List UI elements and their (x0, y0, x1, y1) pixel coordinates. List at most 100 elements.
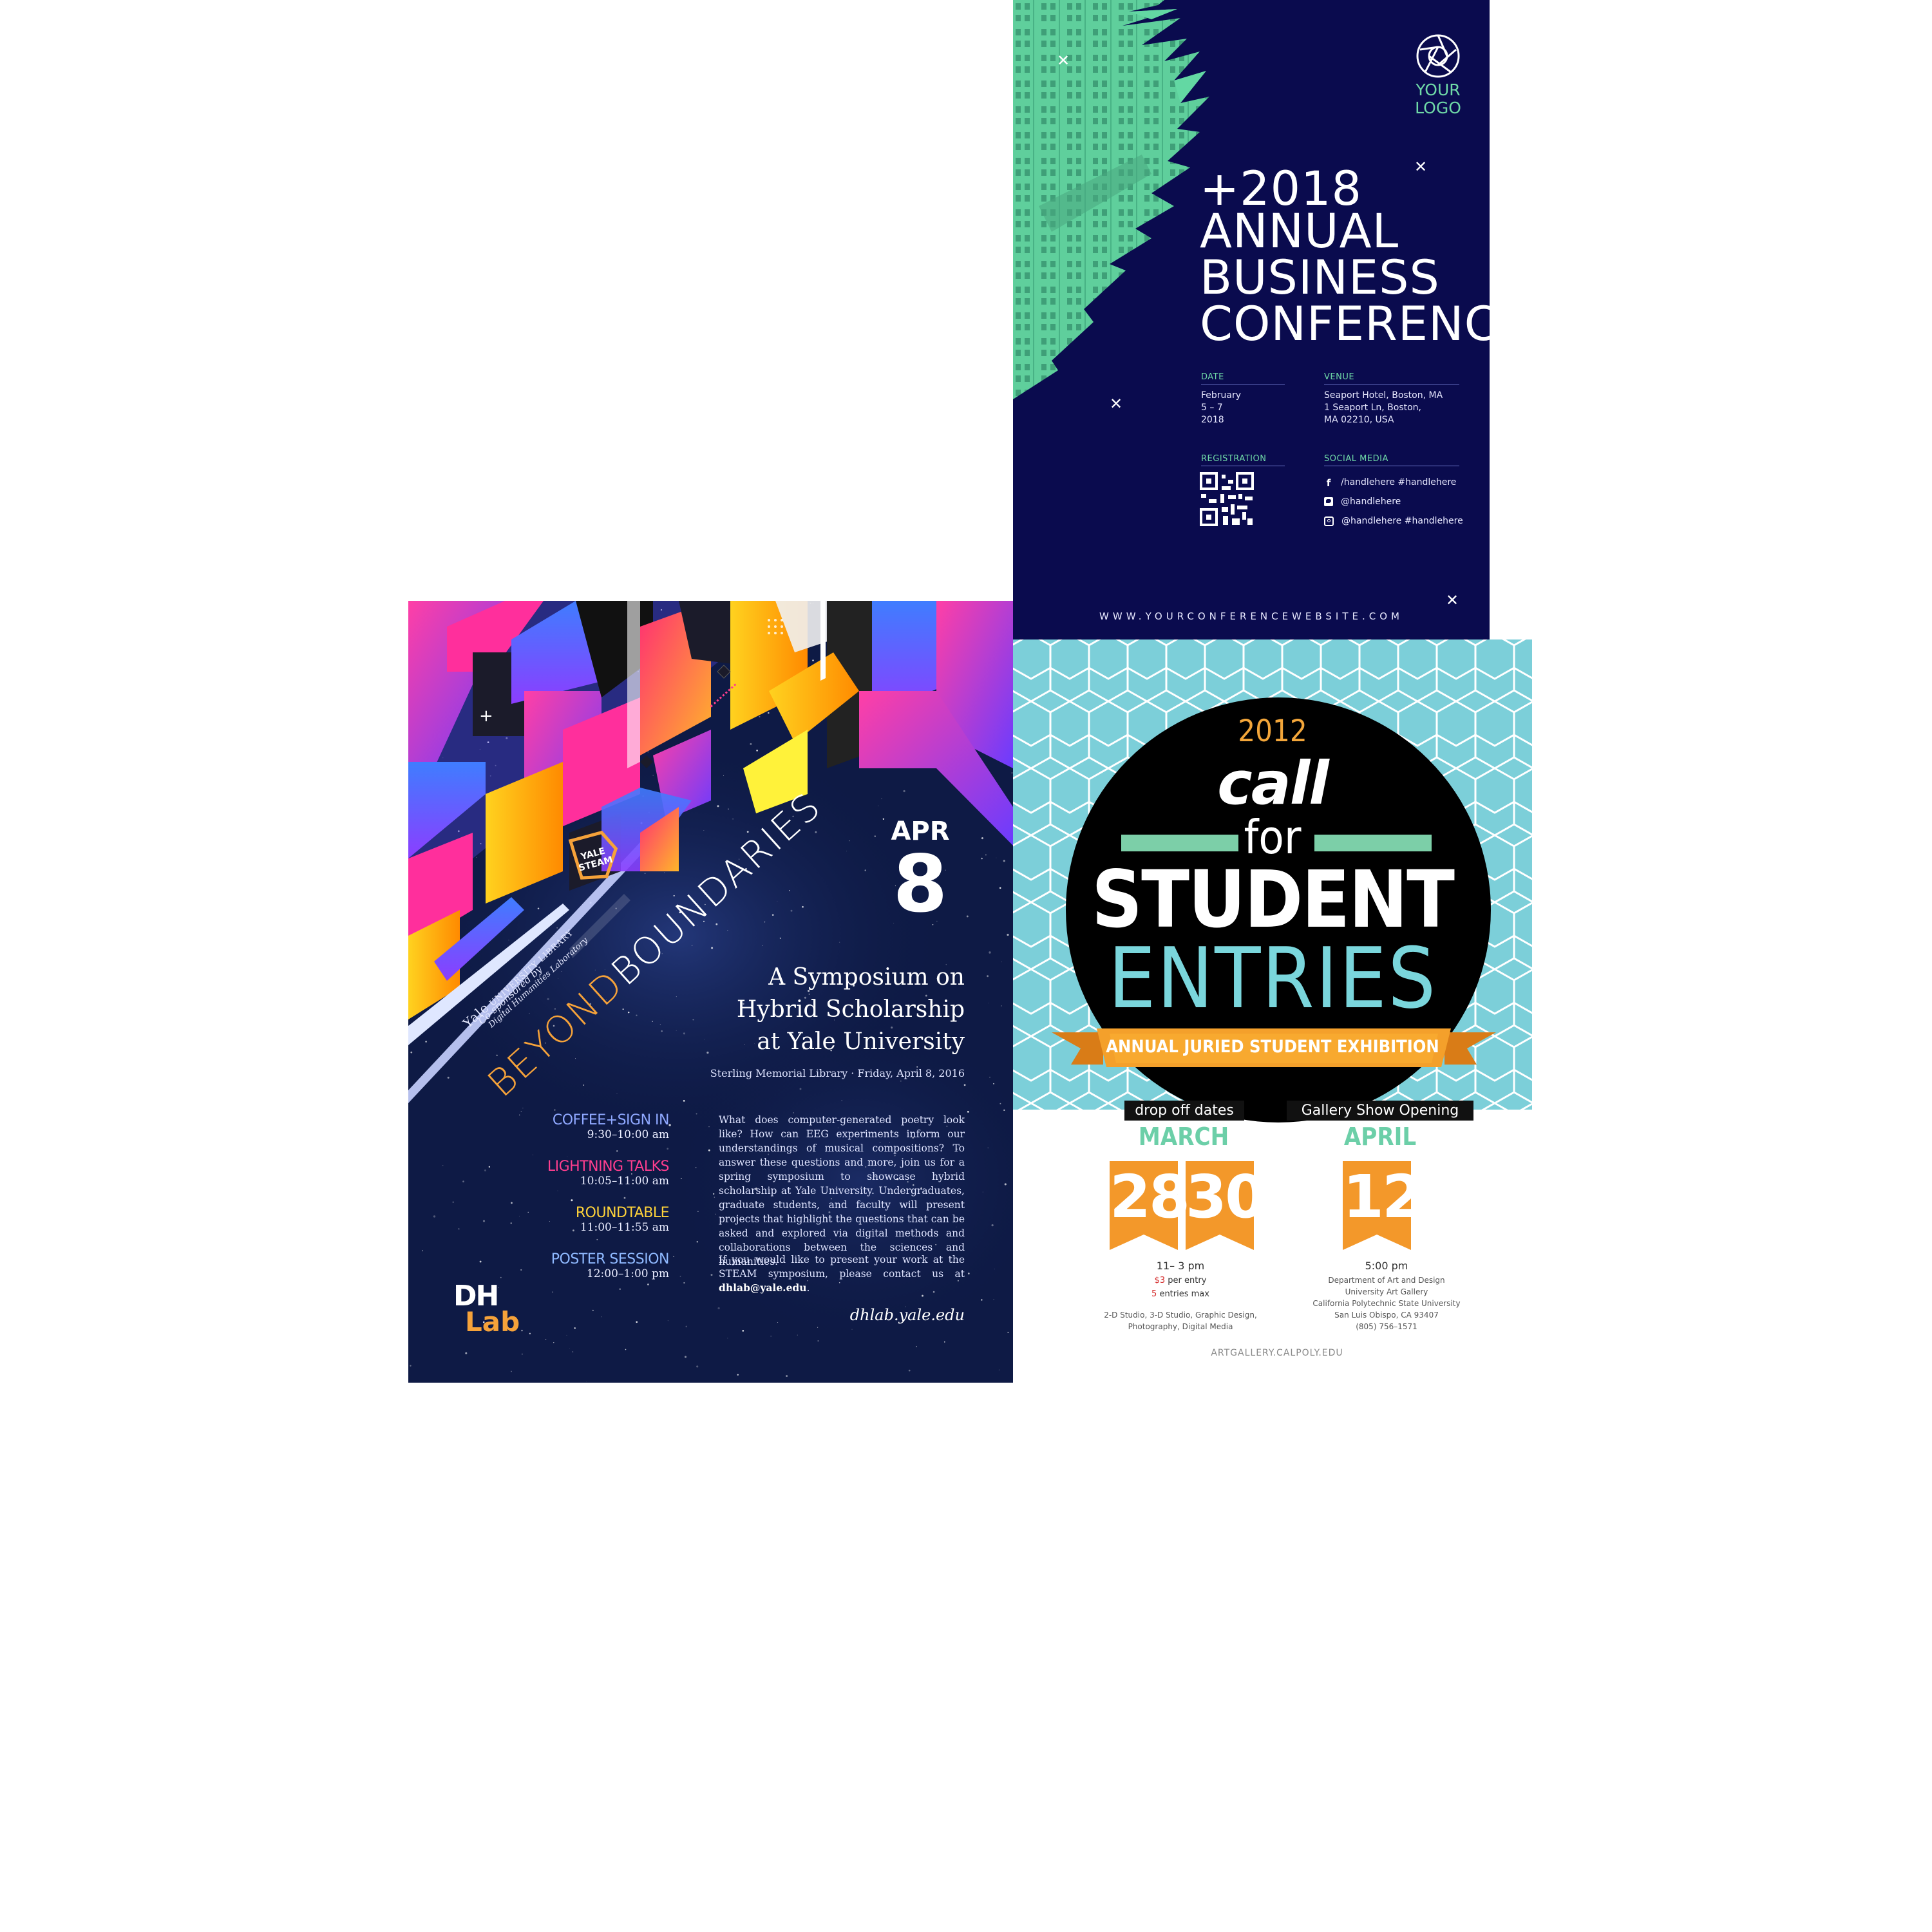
star (922, 1294, 923, 1297)
star (817, 1327, 819, 1328)
logo-text: YOUR LOGO (1415, 80, 1461, 117)
star (488, 1166, 490, 1168)
star (452, 1201, 454, 1203)
star (673, 1255, 675, 1257)
schedule: COFFEE+SIGN IN 9:30–10:00 am LIGHTNING T… (524, 1112, 670, 1298)
star (465, 1352, 468, 1354)
star (908, 1369, 911, 1372)
gallery-time: 5:00 pm (1365, 1260, 1408, 1272)
star (442, 1165, 444, 1166)
star (529, 1332, 531, 1334)
social-media-label: SOCIAL MEDIA (1324, 454, 1388, 464)
qr-code-icon[interactable] (1200, 472, 1254, 526)
x-mark-icon: ✕ (1057, 52, 1070, 70)
dropoff-day-1: 28 (1110, 1162, 1190, 1231)
star (1007, 1331, 1009, 1334)
social-item[interactable]: @handlehere #handlehere (1324, 511, 1463, 531)
title-line: ANNUAL (1200, 204, 1399, 259)
contact-email-link[interactable]: dhlab@yale.edu (719, 1282, 807, 1294)
registration-label: REGISTRATION (1201, 454, 1267, 464)
date-label: DATE (1201, 372, 1224, 382)
fee-line: $3 per entry (1154, 1276, 1207, 1285)
aperture-logo-icon (1416, 34, 1460, 78)
gallery-tag: Gallery Show Opening (1287, 1101, 1473, 1121)
gallery-month: APRIL (1343, 1122, 1417, 1151)
x-mark-icon: ✕ (1110, 395, 1123, 413)
star (715, 1213, 716, 1215)
star (500, 1276, 502, 1278)
star (683, 1282, 685, 1284)
star (510, 1222, 512, 1224)
gallery-day: 12 (1343, 1162, 1423, 1231)
star (943, 1341, 945, 1343)
star (484, 1169, 486, 1171)
star (479, 1260, 482, 1263)
social-item[interactable]: f /handlehere #handlehere (1324, 473, 1463, 492)
dropoff-tag: drop off dates (1124, 1101, 1244, 1121)
venue-label: VENUE (1324, 372, 1355, 382)
star (521, 1329, 523, 1332)
star (410, 1365, 412, 1367)
star (797, 1334, 798, 1336)
dh-lab-logo: DH Lab (453, 1280, 520, 1338)
star (586, 1381, 587, 1382)
star (433, 1215, 436, 1218)
facebook-icon: f (1326, 477, 1331, 489)
description: What does computer-generated poetry look… (719, 1114, 965, 1267)
star (717, 1307, 720, 1310)
star (520, 1269, 522, 1271)
star (916, 1346, 917, 1347)
conference-title: +2018 ANNUAL BUSINESS CONFERENCE (1200, 166, 1490, 348)
star (458, 1228, 460, 1229)
schedule-item: ROUNDTABLE 11:00–11:55 am (575, 1205, 670, 1234)
star (636, 1321, 638, 1323)
max-entries-line: 5 entries max (1151, 1289, 1209, 1299)
star (592, 1309, 594, 1312)
conference-website-link[interactable]: WWW.YOURCONFERENCEWEBSITE.COM (1013, 611, 1490, 622)
star (511, 1202, 513, 1204)
venue-value: Seaport Hotel, Boston, MA 1 Seaport Ln, … (1324, 390, 1443, 425)
star (696, 1241, 698, 1243)
gallery-website-link[interactable]: ARTGALLERY.CALPOLY.EDU (1148, 1348, 1406, 1358)
star (697, 1211, 699, 1212)
schedule-item: COFFEE+SIGN IN 9:30–10:00 am (552, 1112, 670, 1141)
star (462, 1180, 464, 1182)
schedule-item: POSTER SESSION 12:00–1:00 pm (551, 1251, 670, 1280)
dropoff-time: 11– 3 pm (1156, 1260, 1205, 1272)
star (710, 1274, 713, 1276)
business-conference-poster: YOUR LOGO ✕ ✕ ✕ ✕ +2018 ANNUAL BUSINESS … (1013, 0, 1490, 639)
title-line: CONFERENCE (1200, 297, 1490, 352)
x-mark-icon: ✕ (1446, 591, 1459, 609)
star (685, 1325, 687, 1328)
yale-symposium-poster: + YALE STEAM BEYONDBOUNDARIES Co-sponsor… (408, 601, 1013, 1383)
star (511, 1370, 512, 1372)
star (625, 1349, 627, 1350)
dhlab-website-link[interactable]: dhlab.yale.edu (850, 1306, 965, 1324)
schedule-item: LIGHTNING TALKS 10:05–11:00 am (547, 1159, 670, 1188)
exhibition-banner-text: ANNUAL JURIED STUDENT EXHIBITION (1106, 1037, 1439, 1057)
social-item[interactable]: @handlehere (1324, 492, 1463, 511)
star (851, 1329, 853, 1330)
star (1004, 1183, 1007, 1186)
year: 2012 (1238, 714, 1307, 749)
star (679, 1275, 681, 1277)
star (696, 1365, 699, 1368)
symposium-subtitle: A Symposium on Hybrid Scholarship at Yal… (736, 964, 965, 1055)
star (681, 1178, 682, 1179)
event-day: 8 (893, 838, 948, 930)
gallery-address: Department of Art and Design University … (1312, 1276, 1461, 1331)
star (742, 1330, 744, 1332)
title-line: BUSINESS (1200, 251, 1440, 305)
star (574, 1327, 576, 1329)
star (519, 1215, 520, 1217)
star (572, 1351, 574, 1353)
star (991, 1224, 994, 1227)
date-value: February 5 – 7 2018 (1201, 390, 1242, 425)
dropoff-month: MARCH (1138, 1122, 1229, 1151)
dropoff-day-2: 30 (1186, 1162, 1266, 1231)
star (482, 1220, 486, 1222)
star (777, 1321, 779, 1323)
star (601, 1316, 602, 1318)
categories: 2-D Studio, 3-D Studio, Graphic Design, … (1104, 1311, 1257, 1331)
social-list: f /handlehere #handlehere @handlehere @h… (1324, 473, 1463, 531)
